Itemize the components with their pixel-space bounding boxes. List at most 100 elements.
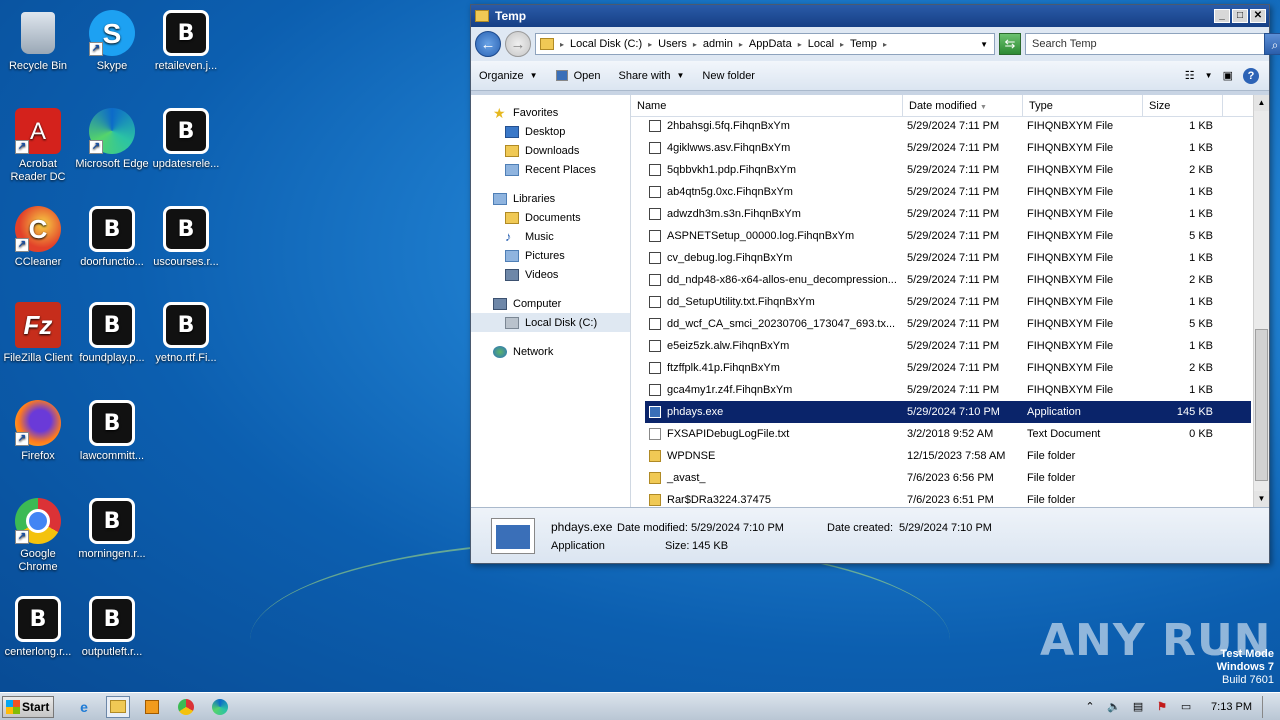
title-bar[interactable]: Temp _ □ ✕ xyxy=(471,5,1269,27)
network-tray-icon[interactable]: ▤ xyxy=(1131,700,1145,714)
column-date-modified[interactable]: Date modified ▼ xyxy=(903,95,1023,116)
chevron-down-icon[interactable]: ▼ xyxy=(980,40,988,49)
desktop-icon-retaileven[interactable]: B retaileven.j... xyxy=(148,4,224,73)
close-button[interactable]: ✕ xyxy=(1250,9,1266,23)
preview-pane-icon[interactable]: ▣ xyxy=(1223,69,1233,82)
file-row[interactable]: dd_wcf_CA_smci_20230706_173047_693.tx...… xyxy=(645,313,1251,335)
nav-favorites[interactable]: ★ Favorites xyxy=(471,103,630,122)
file-row[interactable]: 2hbahsgi.5fq.FihqnBxYm 5/29/2024 7:11 PM F… xyxy=(645,115,1251,137)
file-row[interactable]: ftzffplk.41p.FihqnBxYm 5/29/2024 7:11 PM F… xyxy=(645,357,1251,379)
view-options-icon[interactable]: ☷ xyxy=(1185,69,1195,82)
file-date-cell: 5/29/2024 7:11 PM xyxy=(907,186,1000,198)
nav-pictures[interactable]: Pictures xyxy=(471,246,630,265)
show-hidden-icons-icon[interactable]: ⌃ xyxy=(1083,700,1097,714)
desktop-icon-acrobat[interactable]: A ↗ Acrobat Reader DC xyxy=(0,102,76,184)
file-row[interactable]: 4giklwws.asv.FihqnBxYm 5/29/2024 7:11 PM F… xyxy=(645,137,1251,159)
help-icon[interactable]: ? xyxy=(1243,67,1259,84)
nav-videos[interactable]: Videos xyxy=(471,265,630,284)
nav-network[interactable]: Network xyxy=(471,342,630,361)
desktop-icon-yetno[interactable]: B yetno.rtf.Fi... xyxy=(148,296,224,365)
desktop-icon-edge[interactable]: ↗ Microsoft Edge xyxy=(74,102,150,171)
file-row[interactable]: e5eiz5zk.alw.FihqnBxYm 5/29/2024 7:11 PM F… xyxy=(645,335,1251,357)
breadcrumb-temp[interactable]: Temp xyxy=(850,38,877,50)
desktop-icon-doorfunctio[interactable]: B doorfunctio... xyxy=(74,200,150,269)
breadcrumb-local-disk[interactable]: Local Disk (C:) xyxy=(570,38,642,50)
forward-button[interactable]: → xyxy=(505,31,531,57)
scroll-thumb[interactable] xyxy=(1255,329,1268,481)
desktop-icon-foundplay[interactable]: B foundplay.p... xyxy=(74,296,150,365)
nav-computer[interactable]: Computer xyxy=(471,294,630,313)
file-row[interactable]: WPDNSE 12/15/2023 7:58 AM File folder xyxy=(645,445,1251,467)
file-row[interactable]: dd_SetupUtility.txt.FihqnBxYm 5/29/2024 7… xyxy=(645,291,1251,313)
taskbar-edge[interactable] xyxy=(208,696,232,718)
nav-downloads[interactable]: Downloads xyxy=(471,141,630,160)
desktop-icon-updatesrele[interactable]: B updatesrele... xyxy=(148,102,224,171)
chevron-down-icon[interactable]: ▼ xyxy=(1205,71,1213,80)
file-row[interactable]: cv_debug.log.FihqnBxYm 5/29/2024 7:11 PM F… xyxy=(645,247,1251,269)
desktop-icon-uscourses[interactable]: B uscourses.r... xyxy=(148,200,224,269)
maximize-button[interactable]: □ xyxy=(1232,9,1248,23)
file-type-cell: FIHQNBXYM File xyxy=(1027,252,1114,264)
desktop-icon-centerlong[interactable]: B centerlong.r... xyxy=(0,590,76,659)
taskbar-chrome[interactable] xyxy=(174,696,198,718)
file-row[interactable]: ab4qtn5g.0xc.FihqnBxYm 5/29/2024 7:11 PM F… xyxy=(645,181,1251,203)
breadcrumb-users[interactable]: Users xyxy=(658,38,687,50)
desktop-icon-ccleaner[interactable]: C ↗ CCleaner xyxy=(0,200,76,269)
desktop-icon-morningen[interactable]: B morningen.r... xyxy=(74,492,150,561)
nav-libraries[interactable]: Libraries xyxy=(471,189,630,208)
nav-documents[interactable]: Documents xyxy=(471,208,630,227)
details-pane: phdays.exe Date modified: 5/29/2024 7:10… xyxy=(471,507,1269,563)
nav-music[interactable]: ♪ Music xyxy=(471,227,630,246)
file-row[interactable]: _avast_ 7/6/2023 6:56 PM File folder xyxy=(645,467,1251,489)
file-row[interactable]: FXSAPIDebugLogFile.txt 3/2/2018 9:52 AM Te… xyxy=(645,423,1251,445)
file-size-cell: 5 KB xyxy=(1189,230,1213,242)
open-button[interactable]: Open xyxy=(555,70,600,82)
back-button[interactable]: ← xyxy=(475,31,501,57)
new-folder-button[interactable]: New folder xyxy=(702,70,755,82)
breadcrumb-local[interactable]: Local xyxy=(808,38,834,50)
show-desktop-button[interactable] xyxy=(1262,695,1272,718)
desktop-icon-filezilla[interactable]: Fz FileZilla Client xyxy=(0,296,76,365)
desktop-icon-outputleft[interactable]: B outputleft.r... xyxy=(74,590,150,659)
taskbar-explorer[interactable] xyxy=(106,695,130,718)
column-name[interactable]: Name xyxy=(631,95,903,116)
filezilla-icon: Fz xyxy=(15,302,61,348)
column-size[interactable]: Size xyxy=(1143,95,1223,116)
column-type[interactable]: Type xyxy=(1023,95,1143,116)
scroll-down-icon[interactable]: ▼ xyxy=(1254,491,1269,507)
file-row[interactable]: 5qbbvkh1.pdp.FihqnBxYm 5/29/2024 7:11 PM F… xyxy=(645,159,1251,181)
file-row[interactable]: dd_ndp48-x86-x64-allos-enu_decompression… xyxy=(645,269,1251,291)
refresh-button[interactable]: ⇆ xyxy=(999,33,1021,55)
file-row[interactable]: adwzdh3m.s3n.FihqnBxYm 5/29/2024 7:11 PM F… xyxy=(645,203,1251,225)
start-button[interactable]: Start xyxy=(2,695,54,718)
minimize-button[interactable]: _ xyxy=(1214,9,1230,23)
search-input[interactable]: Search Temp ⌕ xyxy=(1025,33,1280,55)
share-with-button[interactable]: Share with ▼ xyxy=(618,70,684,82)
system-tray: ⌃ 🔈 ▤ ⚑ ▭ 7:13 PM xyxy=(1083,695,1280,718)
file-row[interactable]: phdays.exe 5/29/2024 7:10 PM Application 14… xyxy=(645,401,1251,423)
taskbar-ie[interactable]: e xyxy=(72,696,96,718)
clock[interactable]: 7:13 PM xyxy=(1211,701,1252,713)
action-center-icon[interactable]: ⚑ xyxy=(1155,700,1169,714)
file-row[interactable]: gca4my1r.z4f.FihqnBxYm 5/29/2024 7:11 PM F… xyxy=(645,379,1251,401)
file-row[interactable]: ASPNETSetup_00000.log.FihqnBxYm 5/29/2024… xyxy=(645,225,1251,247)
desktop-icon-chrome[interactable]: ↗ Google Chrome xyxy=(0,492,76,574)
breadcrumb-admin[interactable]: admin xyxy=(703,38,733,50)
desktop-icon-firefox[interactable]: ↗ Firefox xyxy=(0,394,76,463)
volume-icon[interactable]: 🔈 xyxy=(1107,700,1121,714)
desktop-icon-lawcommitt[interactable]: B lawcommitt... xyxy=(74,394,150,463)
nav-local-disk[interactable]: Local Disk (C:) xyxy=(471,313,630,332)
nav-desktop[interactable]: Desktop xyxy=(471,122,630,141)
monitor-icon[interactable]: ▭ xyxy=(1179,700,1193,714)
taskbar-media-player[interactable] xyxy=(140,696,164,718)
nav-recent-places[interactable]: Recent Places xyxy=(471,160,630,179)
search-icon[interactable]: ⌕ xyxy=(1264,33,1280,55)
address-bar[interactable]: ▸ Local Disk (C:) ▸ Users ▸ admin ▸ AppD… xyxy=(535,33,995,55)
breadcrumb-appdata[interactable]: AppData xyxy=(749,38,792,50)
vertical-scrollbar[interactable]: ▲ ▼ xyxy=(1253,95,1269,507)
organize-button[interactable]: Organize ▼ xyxy=(479,70,538,82)
file-row[interactable]: Rar$DRa3224.37475 7/6/2023 6:51 PM File fo… xyxy=(645,489,1251,507)
scroll-up-icon[interactable]: ▲ xyxy=(1254,95,1269,111)
desktop-icon-skype[interactable]: S ↗ Skype xyxy=(74,4,150,73)
desktop-icon-recycle-bin[interactable]: Recycle Bin xyxy=(0,4,76,73)
